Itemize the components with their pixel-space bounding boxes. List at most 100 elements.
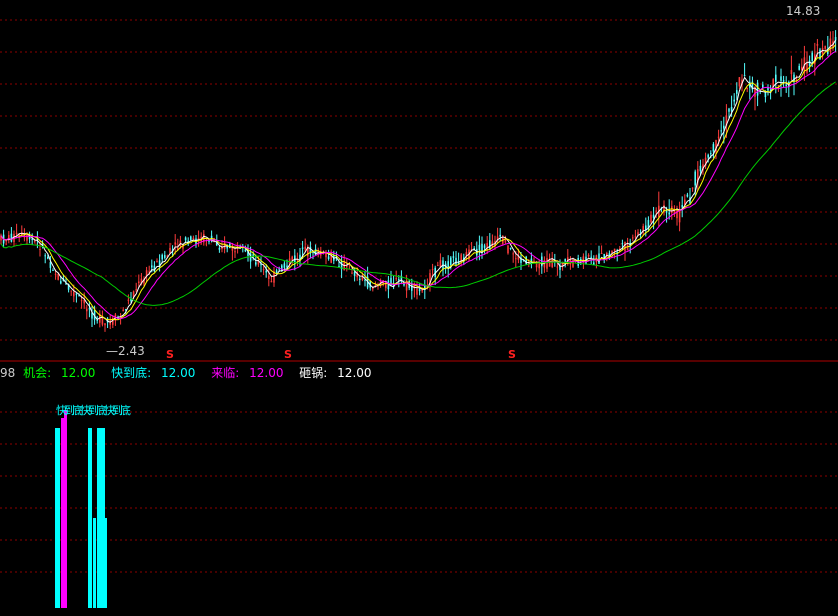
candle-body	[395, 277, 397, 280]
candle-body	[798, 65, 800, 70]
candle-body	[564, 259, 566, 262]
candle-body	[686, 194, 689, 197]
candle-body	[546, 258, 548, 269]
candle-body	[733, 99, 735, 102]
candle-body	[231, 245, 234, 251]
candle-body	[49, 262, 52, 268]
candle-body	[73, 292, 75, 297]
ma-line-6	[0, 44, 836, 321]
signal-marker-1: S	[166, 348, 174, 361]
candle-body	[184, 237, 187, 241]
indicator-bar	[97, 428, 101, 608]
indicator-bar	[93, 518, 96, 608]
candle-body	[512, 253, 514, 255]
candle-body	[70, 290, 72, 292]
candle-body	[793, 74, 795, 82]
candle-body	[291, 256, 293, 261]
candle-body	[504, 239, 507, 243]
indicator-bar	[55, 428, 60, 608]
candle-body	[138, 281, 140, 284]
candle-body	[403, 283, 405, 286]
candle-body	[244, 249, 247, 252]
candle-body	[169, 247, 171, 253]
candle-body	[681, 205, 683, 208]
candle-body	[431, 269, 434, 271]
candle-body	[624, 241, 626, 252]
candle-body	[255, 262, 257, 265]
candle-body	[5, 240, 7, 242]
candle-body	[262, 269, 265, 271]
candle-body	[730, 106, 733, 112]
price-high-label: 14.83	[786, 4, 821, 18]
candle-body	[691, 187, 694, 189]
candle-body	[156, 260, 158, 263]
candle-body	[717, 136, 720, 138]
candle-body	[450, 257, 452, 265]
candle-body	[104, 323, 106, 326]
signal-marker-2: S	[284, 348, 292, 361]
candle-body	[416, 288, 418, 295]
candle-body	[39, 248, 41, 250]
indicator-bar	[61, 418, 64, 608]
indicator-prefix: 98	[0, 366, 16, 380]
candle-body	[135, 289, 137, 291]
candle-body	[668, 212, 670, 215]
candle-body	[816, 44, 819, 46]
candle-body	[15, 232, 18, 235]
candle-body	[192, 237, 195, 240]
candle-body	[265, 270, 267, 273]
candle-body	[743, 75, 746, 77]
candle-body	[283, 263, 286, 268]
candle-body	[785, 84, 787, 87]
indicator-bar	[88, 428, 92, 608]
candle-body	[75, 293, 78, 295]
candle-body	[756, 82, 759, 96]
candle-body	[590, 256, 592, 258]
chart-stage[interactable]: 14.83 —2.43 S S S 98 机会: 12.00 快到底: 12.0…	[0, 0, 838, 612]
candle-body	[632, 237, 634, 239]
candle-body	[548, 259, 551, 267]
candle-body	[353, 271, 356, 276]
candle-body	[418, 289, 421, 292]
candle-body	[533, 260, 535, 262]
candle-body	[465, 252, 468, 256]
indicator-header: 98 机会: 12.00 快到底: 12.00 来临: 12.00 砸锅: 12…	[0, 364, 384, 380]
candle-body	[359, 278, 361, 280]
candle-body	[210, 235, 213, 241]
candle-body	[790, 70, 793, 75]
candle-body	[44, 255, 46, 257]
candle-body	[509, 247, 512, 249]
candle-body	[101, 317, 104, 325]
candle-body	[161, 254, 163, 260]
candle-body	[611, 250, 613, 253]
moving-average-lines	[0, 39, 837, 323]
candle-body	[637, 232, 639, 235]
candle-body	[301, 247, 304, 249]
candle-body	[218, 247, 221, 250]
candle-body	[775, 74, 777, 82]
candle-body	[613, 248, 616, 251]
candle-body	[587, 254, 590, 257]
candle-body	[782, 80, 785, 82]
candle-body	[712, 144, 715, 152]
candle-body	[652, 214, 655, 218]
candle-body	[26, 234, 28, 241]
candle-body	[145, 270, 148, 276]
candle-body	[351, 272, 353, 274]
ma-line-40	[0, 81, 836, 306]
candle-body	[174, 242, 176, 245]
candle-body	[678, 209, 681, 223]
candle-body	[634, 236, 637, 238]
candle-body	[86, 308, 88, 312]
candle-body	[621, 243, 624, 245]
candle-body	[151, 265, 153, 268]
candle-body	[655, 210, 657, 212]
kline-chart[interactable]	[0, 0, 838, 612]
candle-body	[437, 265, 439, 267]
candle-body	[127, 299, 130, 301]
candle-body	[720, 130, 722, 132]
candle-body	[811, 52, 813, 61]
indicator-bars[interactable]	[55, 410, 107, 608]
candle-body	[694, 171, 696, 186]
candle-body	[650, 214, 652, 223]
